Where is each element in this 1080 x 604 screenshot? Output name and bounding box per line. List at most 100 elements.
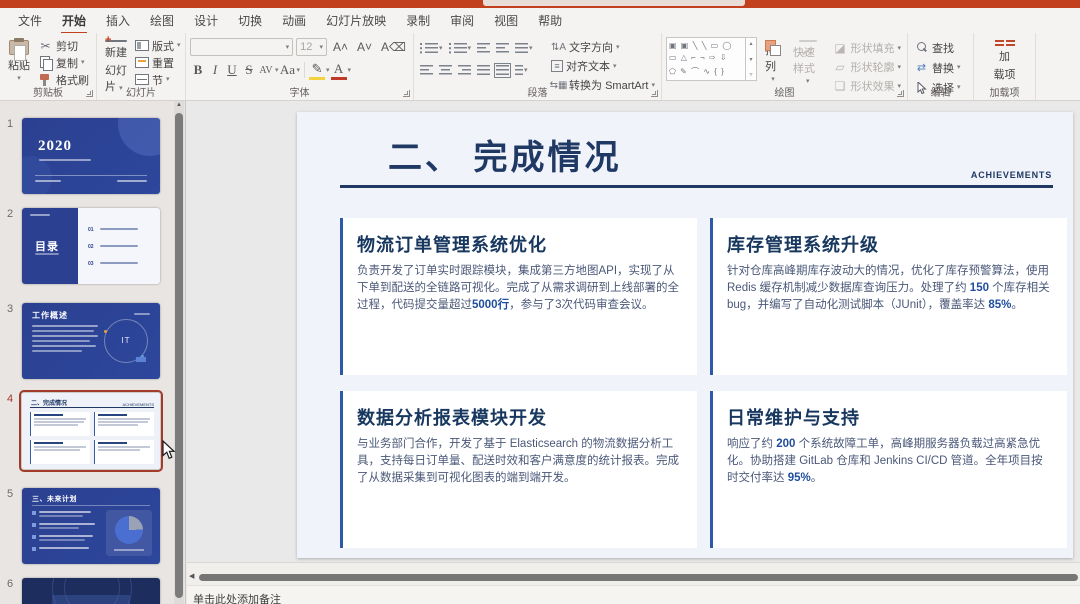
scrollbar-thumb[interactable] bbox=[175, 113, 183, 598]
arrange-button[interactable]: 排列 ▾ bbox=[761, 37, 785, 85]
chevron-down-icon: ▾ bbox=[286, 44, 290, 51]
layout-button[interactable]: 版式▾ bbox=[133, 37, 183, 54]
tab-file[interactable]: 文件 bbox=[8, 8, 52, 34]
text-highlight-button[interactable]: ✎ bbox=[309, 61, 325, 80]
shape-outline-button[interactable]: 形状轮廓▾ bbox=[830, 59, 903, 75]
tab-record[interactable]: 录制 bbox=[396, 8, 440, 34]
slide-title[interactable]: 二、 完成情况 bbox=[388, 130, 622, 179]
italic-button[interactable]: I bbox=[207, 62, 223, 78]
character-spacing-button[interactable]: AV bbox=[258, 65, 274, 76]
notes-placeholder[interactable]: 单击此处添加备注 bbox=[193, 594, 281, 604]
slide-thumbnail-panel: 1 2020 2 目录 01 02 03 3 工作概述 bbox=[0, 101, 186, 604]
paste-button[interactable]: 粘贴 ▾ bbox=[4, 37, 34, 85]
slide-thumbnail-4-selected[interactable]: 二、完成情况 ACHIEVEMENTS bbox=[22, 393, 160, 469]
slide-thumbnail-6[interactable] bbox=[22, 578, 160, 604]
addins-icon bbox=[995, 40, 1015, 46]
grow-font-button[interactable]: A˄ bbox=[330, 39, 351, 55]
cards-grid: 物流订单管理系统优化 负责开发了订单实时跟踪模块，集成第三方地图API，实现了从… bbox=[340, 218, 1067, 548]
slide-thumbnail-3[interactable]: 工作概述 IT bbox=[22, 303, 160, 379]
card-inventory-system[interactable]: 库存管理系统升级 针对仓库高峰期库存波动大的情况，优化了库存预警算法，使用 Re… bbox=[710, 218, 1067, 375]
card-data-analysis-module[interactable]: 数据分析报表模块开发 与业务部门合作，开发了基于 Elasticsearch 的… bbox=[340, 391, 697, 548]
align-left-icon bbox=[420, 65, 433, 76]
notes-pane[interactable]: 单击此处添加备注 bbox=[187, 585, 1080, 604]
tab-review[interactable]: 审阅 bbox=[440, 8, 484, 34]
card-title: 库存管理系统升级 bbox=[727, 231, 1052, 257]
bullets-button[interactable]: ▾ bbox=[418, 41, 445, 56]
clear-formatting-button[interactable]: A⌫ bbox=[378, 39, 409, 55]
tab-animations[interactable]: 动画 bbox=[272, 8, 316, 34]
tab-view[interactable]: 视图 bbox=[484, 8, 528, 34]
tab-help[interactable]: 帮助 bbox=[528, 8, 572, 34]
align-center-button[interactable] bbox=[437, 63, 454, 78]
text-direction-button[interactable]: ⇅A文字方向▾ bbox=[549, 39, 657, 55]
chevron-down-icon: ▾ bbox=[957, 64, 961, 71]
group-paragraph: ▾ ▾ ▾ ▾ ⇅A文字方向▾ ≡对齐文本▾ ⇆▦转换为 SmartArt▾ 段… bbox=[414, 33, 662, 100]
shrink-font-button[interactable]: A˅ bbox=[354, 39, 375, 55]
font-size-select[interactable]: 12▾ bbox=[296, 38, 327, 56]
increase-indent-button[interactable] bbox=[494, 41, 511, 56]
thumb5-chart-panel bbox=[106, 510, 152, 556]
tab-slideshow[interactable]: 幻灯片放映 bbox=[316, 8, 396, 34]
reset-button[interactable]: 重置 bbox=[133, 54, 183, 71]
copy-button[interactable]: 复制▾ bbox=[36, 54, 91, 71]
quick-styles-button[interactable]: 快速样式 ▾ bbox=[789, 37, 826, 85]
search-box[interactable] bbox=[483, 0, 745, 6]
addins-button[interactable]: 加 载项 bbox=[990, 37, 1020, 85]
slide-canvas: 二、 完成情况 ACHIEVEMENTS 物流订单管理系统优化 负责开发了订单实… bbox=[187, 101, 1080, 562]
align-right-button[interactable] bbox=[456, 63, 473, 78]
font-name-select[interactable]: ▾ bbox=[190, 38, 293, 56]
thumbnail-scrollbar[interactable]: ▲ bbox=[174, 101, 184, 604]
replace-button[interactable]: 替换▾ bbox=[912, 59, 969, 76]
increase-indent-icon bbox=[496, 43, 509, 54]
decor-bar bbox=[136, 357, 146, 362]
tab-insert[interactable]: 插入 bbox=[96, 8, 140, 34]
decrease-indent-button[interactable] bbox=[475, 41, 492, 56]
thumb3-title: 工作概述 bbox=[32, 310, 68, 321]
slide-eyebrow[interactable]: ACHIEVEMENTS bbox=[971, 170, 1052, 180]
chevron-down-icon: ▾ bbox=[529, 45, 533, 52]
thumb5-title: 三、未来计划 bbox=[32, 494, 77, 504]
dialog-launcher-icon[interactable] bbox=[86, 90, 93, 97]
bold-button[interactable]: B bbox=[190, 62, 206, 78]
change-case-button[interactable]: Aa bbox=[280, 62, 296, 78]
slide-thumbnail-2[interactable]: 目录 01 02 03 bbox=[22, 208, 160, 284]
underline-button[interactable]: U bbox=[224, 62, 240, 78]
card-daily-maintenance[interactable]: 日常维护与支持 响应了约 200 个系统故障工单，高峰期服务器负载过高紧急优化。… bbox=[710, 391, 1067, 548]
scroll-left-icon[interactable]: ◀ bbox=[189, 572, 194, 580]
strikethrough-button[interactable]: S bbox=[241, 62, 257, 78]
shapes-gallery-scroll[interactable]: ▴▾▿ bbox=[746, 37, 757, 81]
shapes-gallery[interactable]: ▣ ▣ ╲ ╲ ▭ ◯ ▭ △ ⌐ ¬ ⇨ ⇩ ⬠ ✎ ⌒ ∿ { } bbox=[666, 37, 746, 81]
slide-thumbnail-5[interactable]: 三、未来计划 bbox=[22, 488, 160, 564]
card-title: 数据分析报表模块开发 bbox=[357, 404, 682, 430]
justify-button[interactable] bbox=[475, 63, 492, 78]
scrollbar-thumb[interactable] bbox=[199, 574, 1078, 581]
tab-transitions[interactable]: 切换 bbox=[228, 8, 272, 34]
distribute-button[interactable] bbox=[494, 63, 511, 78]
find-button[interactable]: 查找 bbox=[912, 39, 969, 56]
slide-thumbnail-1[interactable]: 2020 bbox=[22, 118, 160, 194]
quick-styles-icon bbox=[799, 40, 817, 42]
distribute-icon bbox=[496, 65, 509, 76]
dialog-launcher-icon[interactable] bbox=[651, 90, 658, 97]
horizontal-scrollbar[interactable]: ◀ bbox=[187, 562, 1080, 585]
new-slide-button[interactable]: 新建 幻灯片 ▾ bbox=[101, 37, 131, 85]
tab-home[interactable]: 开始 bbox=[52, 8, 96, 34]
font-color-button[interactable]: A bbox=[331, 61, 347, 80]
dialog-launcher-icon[interactable] bbox=[897, 90, 904, 97]
scroll-up-icon[interactable]: ▲ bbox=[174, 102, 184, 108]
tab-draw[interactable]: 绘图 bbox=[140, 8, 184, 34]
numbering-button[interactable]: ▾ bbox=[447, 41, 474, 56]
card-logistics-order-system[interactable]: 物流订单管理系统优化 负责开发了订单实时跟踪模块，集成第三方地图API，实现了从… bbox=[340, 218, 697, 375]
align-left-button[interactable] bbox=[418, 63, 435, 78]
columns-button[interactable]: ▾ bbox=[513, 63, 530, 78]
tab-design[interactable]: 设计 bbox=[184, 8, 228, 34]
cut-button[interactable]: 剪切 bbox=[36, 37, 91, 54]
scroll-down-icon: ▾ bbox=[749, 56, 752, 63]
line-spacing-button[interactable]: ▾ bbox=[513, 41, 535, 56]
chevron-down-icon: ▾ bbox=[616, 44, 620, 51]
align-text-button[interactable]: ≡对齐文本▾ bbox=[549, 58, 657, 74]
dialog-launcher-icon[interactable] bbox=[403, 90, 410, 97]
slide-number-1: 1 bbox=[7, 118, 13, 130]
shape-fill-button[interactable]: 形状填充▾ bbox=[830, 40, 903, 56]
current-slide[interactable]: 二、 完成情况 ACHIEVEMENTS 物流订单管理系统优化 负责开发了订单实… bbox=[297, 112, 1073, 558]
